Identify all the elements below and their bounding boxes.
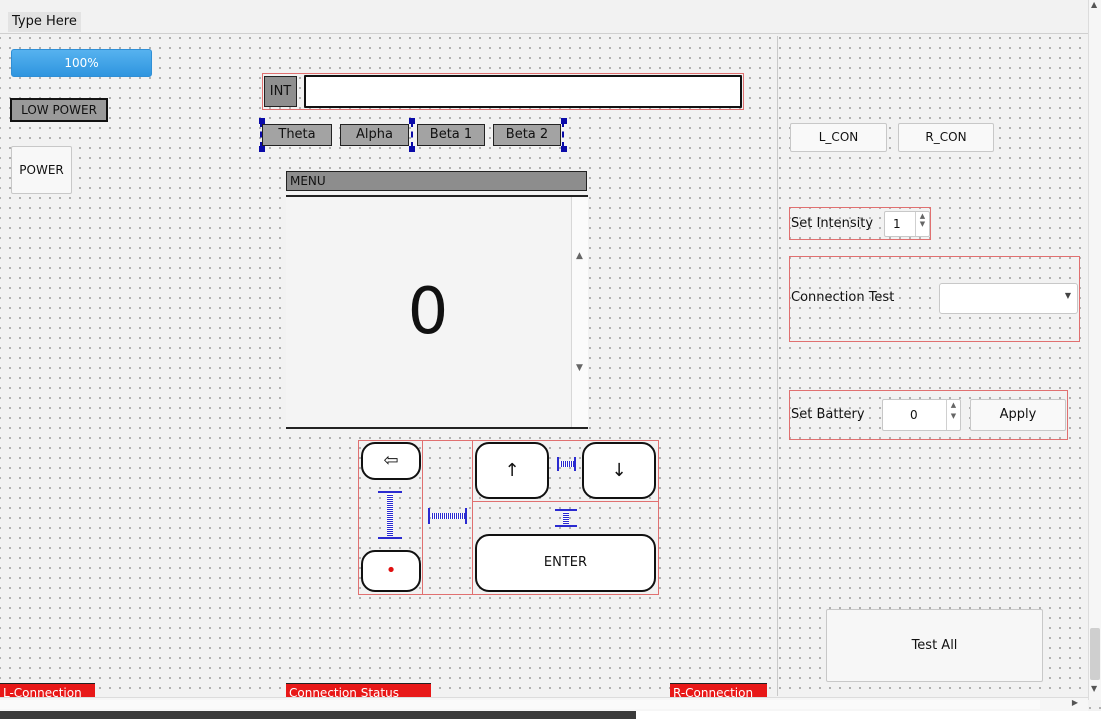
selection-handle[interactable] xyxy=(561,118,567,124)
battery-progress-bar: 100% xyxy=(11,49,152,77)
band-button-beta-1[interactable]: Beta 1 xyxy=(417,124,485,146)
menubar: Type Here xyxy=(0,0,1088,34)
selection-edge-middle xyxy=(411,121,413,148)
apply-button[interactable]: Apply xyxy=(970,399,1066,431)
panel-splitter[interactable] xyxy=(777,36,778,696)
power-button[interactable]: POWER xyxy=(11,146,72,194)
selection-handle[interactable] xyxy=(561,146,567,152)
selection-handle[interactable] xyxy=(409,146,415,152)
intensity-spinbox[interactable]: 1 ▲ ▼ xyxy=(884,211,930,237)
display-value: 0 xyxy=(407,275,449,349)
r-connection-status: R-Connection xyxy=(670,683,767,697)
horizontal-spacer-cap xyxy=(465,508,467,524)
vertical-spacer-cap xyxy=(555,509,577,511)
bottom-dark-strip xyxy=(0,711,636,719)
enter-spacer-icon xyxy=(563,512,569,524)
progress-text: 100% xyxy=(64,56,99,70)
enter-button[interactable]: ENTER xyxy=(475,534,656,592)
selection-edge-left xyxy=(260,121,262,148)
connection-status: Connection Status xyxy=(286,683,431,697)
int-label: INT xyxy=(264,76,297,107)
down-button[interactable]: ↓ xyxy=(582,442,656,499)
selection-handle[interactable] xyxy=(259,118,265,124)
display-scrollbar[interactable]: ▲ ▼ xyxy=(571,197,588,427)
vertical-spacer-cap xyxy=(378,491,402,493)
dot-icon: • xyxy=(385,560,397,581)
set-intensity-label: Set Intensity xyxy=(791,216,874,231)
connection-test-select[interactable]: ▼ xyxy=(939,283,1078,314)
display-scroll-down-icon[interactable]: ▼ xyxy=(576,363,583,373)
scroll-down-arrow-icon[interactable]: ▼ xyxy=(1091,684,1097,693)
spin-arrows-icon[interactable]: ▲ ▼ xyxy=(915,212,929,236)
up-button[interactable]: ↑ xyxy=(475,442,549,499)
band-button-beta-2[interactable]: Beta 2 xyxy=(493,124,561,146)
connection-test-label: Connection Test xyxy=(791,290,895,305)
up-arrow-icon: ↑ xyxy=(504,460,520,481)
horizontal-scrollbar[interactable]: ▶ xyxy=(0,697,1088,711)
horizontal-spacer-icon xyxy=(431,513,465,519)
low-power-label: LOW POWER xyxy=(10,98,108,122)
menu-display: 0 ▲ ▼ xyxy=(286,195,588,429)
selection-handle[interactable] xyxy=(409,118,415,124)
arrow-spacer-icon xyxy=(560,461,574,467)
chevron-down-icon: ▼ xyxy=(1064,291,1071,300)
spin-arrows-icon[interactable]: ▲ ▼ xyxy=(946,400,960,430)
selection-edge-right xyxy=(562,121,564,148)
battery-value: 0 xyxy=(910,408,918,422)
back-arrow-icon: ⇦ xyxy=(383,450,399,471)
vertical-spacer-cap xyxy=(555,525,577,527)
selection-handle[interactable] xyxy=(259,146,265,152)
horizontal-spacer-cap xyxy=(557,457,559,471)
display-scroll-up-icon[interactable]: ▲ xyxy=(576,251,583,261)
horizontal-scroll-thumb[interactable] xyxy=(0,700,1040,709)
back-button[interactable]: ⇦ xyxy=(361,442,421,480)
l-connection-status: L-Connection xyxy=(0,683,95,697)
intensity-value: 1 xyxy=(893,217,901,231)
vertical-spacer-cap xyxy=(378,537,402,539)
r-con-button[interactable]: R_CON xyxy=(898,123,994,152)
vertical-scroll-thumb[interactable] xyxy=(1090,628,1100,680)
l-con-button[interactable]: L_CON xyxy=(790,123,887,152)
battery-spinbox[interactable]: 0 ▲ ▼ xyxy=(882,399,961,431)
test-all-button[interactable]: Test All xyxy=(826,609,1043,682)
horizontal-spacer-cap xyxy=(428,508,430,524)
dot-button[interactable]: • xyxy=(361,550,421,592)
menu-header: MENU xyxy=(286,171,587,191)
horizontal-spacer-cap xyxy=(574,457,576,471)
vertical-spacer-icon xyxy=(387,494,393,536)
int-input[interactable] xyxy=(304,75,742,108)
band-button-theta[interactable]: Theta xyxy=(262,124,332,146)
menubar-type-here[interactable]: Type Here xyxy=(8,12,81,32)
bottom-light-strip xyxy=(636,711,1101,719)
vertical-scrollbar[interactable]: ▲ ▼ xyxy=(1088,0,1101,700)
band-button-alpha[interactable]: Alpha xyxy=(340,124,409,146)
scroll-up-arrow-icon[interactable]: ▲ xyxy=(1091,0,1097,9)
set-battery-label: Set Battery xyxy=(791,407,865,422)
scroll-right-arrow-icon[interactable]: ▶ xyxy=(1072,698,1078,707)
down-arrow-icon: ↓ xyxy=(611,460,627,481)
